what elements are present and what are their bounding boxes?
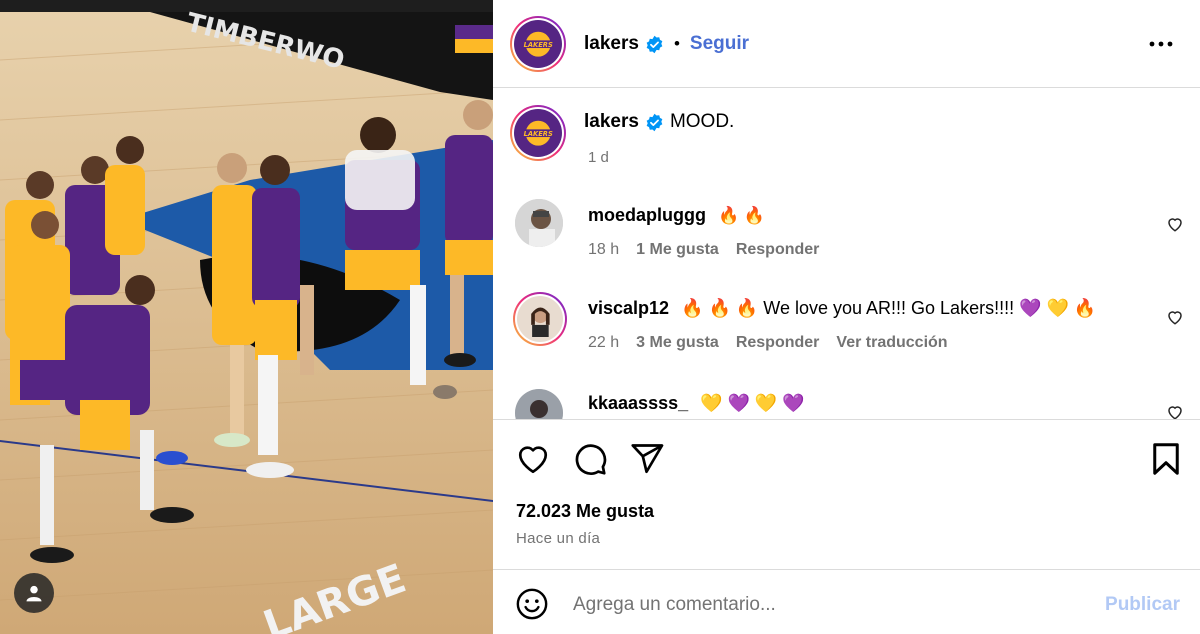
verified-badge-icon — [646, 35, 663, 53]
author-username[interactable]: lakers — [584, 33, 639, 55]
avatar-photo — [515, 199, 563, 247]
caption-text: MOOD. — [669, 111, 735, 132]
caption-author-avatar[interactable]: LAKERS — [510, 105, 566, 161]
comment-username[interactable]: moedapluggg — [588, 205, 706, 226]
comment-meta: 18 h 1 Me gusta Responder — [588, 241, 819, 259]
comment-like-heart-icon[interactable] — [1166, 403, 1184, 419]
see-translation-button[interactable]: Ver traducción — [836, 334, 947, 352]
smiley-icon[interactable] — [515, 587, 549, 621]
send-icon[interactable] — [629, 441, 665, 477]
more-options-button[interactable] — [1146, 31, 1176, 57]
publish-button[interactable]: Publicar — [1105, 594, 1180, 616]
comment-time[interactable]: 22 h — [588, 334, 619, 352]
comment-meta: 22 h 3 Me gusta Responder Ver traducción — [588, 334, 948, 352]
commenter-avatar[interactable] — [515, 389, 563, 419]
author-avatar[interactable]: LAKERS — [510, 16, 566, 72]
comment-likes[interactable]: 3 Me gusta — [636, 334, 719, 352]
header-author-row: lakers • Seguir — [584, 31, 749, 57]
post-header: LAKERS lakers • Seguir — [493, 0, 1200, 88]
comments-section[interactable]: LAKERS lakers MOOD. 1 d moedapluggg 🔥 🔥 … — [493, 89, 1200, 419]
post-photo-illustration: TIMBERWO LARGE — [0, 0, 493, 634]
post-details-panel: LAKERS lakers • Seguir LAKERS lakers MOO… — [493, 0, 1200, 634]
lakers-logo-icon: LAKERS — [522, 31, 554, 57]
verified-badge-icon — [646, 113, 663, 131]
separator-dot: • — [673, 34, 680, 53]
comment-likes[interactable]: 1 Me gusta — [636, 241, 719, 259]
post-timestamp[interactable]: Hace un día — [516, 530, 600, 547]
avatar-photo — [515, 389, 563, 419]
reply-button[interactable]: Responder — [736, 241, 820, 259]
svg-text:LAKERS: LAKERS — [523, 130, 552, 138]
comment-body: kkaaassss_ 💛 💜 💛 💜 — [588, 393, 805, 414]
comment-like-heart-icon[interactable] — [1166, 308, 1184, 326]
commenter-avatar[interactable] — [515, 199, 563, 247]
user-icon — [26, 585, 42, 602]
commenter-avatar[interactable] — [513, 292, 567, 346]
reply-button[interactable]: Responder — [736, 334, 820, 352]
comment-text: 🔥 🔥 🔥 We love you AR!!! Go Lakers!!!! 💜 … — [681, 298, 1097, 318]
comment-time[interactable]: 18 h — [588, 241, 619, 259]
comment-input[interactable] — [573, 590, 1083, 620]
svg-text:LAKERS: LAKERS — [523, 41, 552, 49]
likes-count[interactable]: 72.023 Me gusta — [516, 501, 654, 522]
post-actions: 72.023 Me gusta Hace un día — [493, 419, 1200, 569]
bookmark-icon[interactable] — [1148, 441, 1184, 477]
comment-username[interactable]: kkaaassss_ — [588, 393, 688, 414]
caption: lakers MOOD. — [584, 111, 734, 133]
lakers-logo-icon: LAKERS — [522, 120, 554, 146]
comment-body: moedapluggg 🔥 🔥 — [588, 205, 765, 226]
caption-username[interactable]: lakers — [584, 111, 639, 133]
comment-text: 💛 💜 💛 💜 — [700, 393, 805, 413]
comment-body: viscalp12 🔥 🔥 🔥 We love you AR!!! Go Lak… — [588, 298, 1096, 319]
comment-bubble-icon[interactable] — [572, 441, 608, 477]
comment-composer: Publicar — [493, 569, 1200, 634]
heart-icon[interactable] — [515, 441, 551, 477]
caption-timestamp[interactable]: 1 d — [588, 149, 609, 166]
avatar-photo — [530, 307, 550, 338]
more-horizontal-icon — [1149, 41, 1173, 47]
comment-username[interactable]: viscalp12 — [588, 298, 669, 319]
follow-button[interactable]: Seguir — [690, 33, 749, 55]
comment-text: 🔥 🔥 — [718, 205, 766, 225]
comment-like-heart-icon[interactable] — [1166, 215, 1184, 233]
tagged-users-button[interactable] — [14, 573, 54, 613]
post-photo: TIMBERWO LARGE — [0, 0, 493, 634]
